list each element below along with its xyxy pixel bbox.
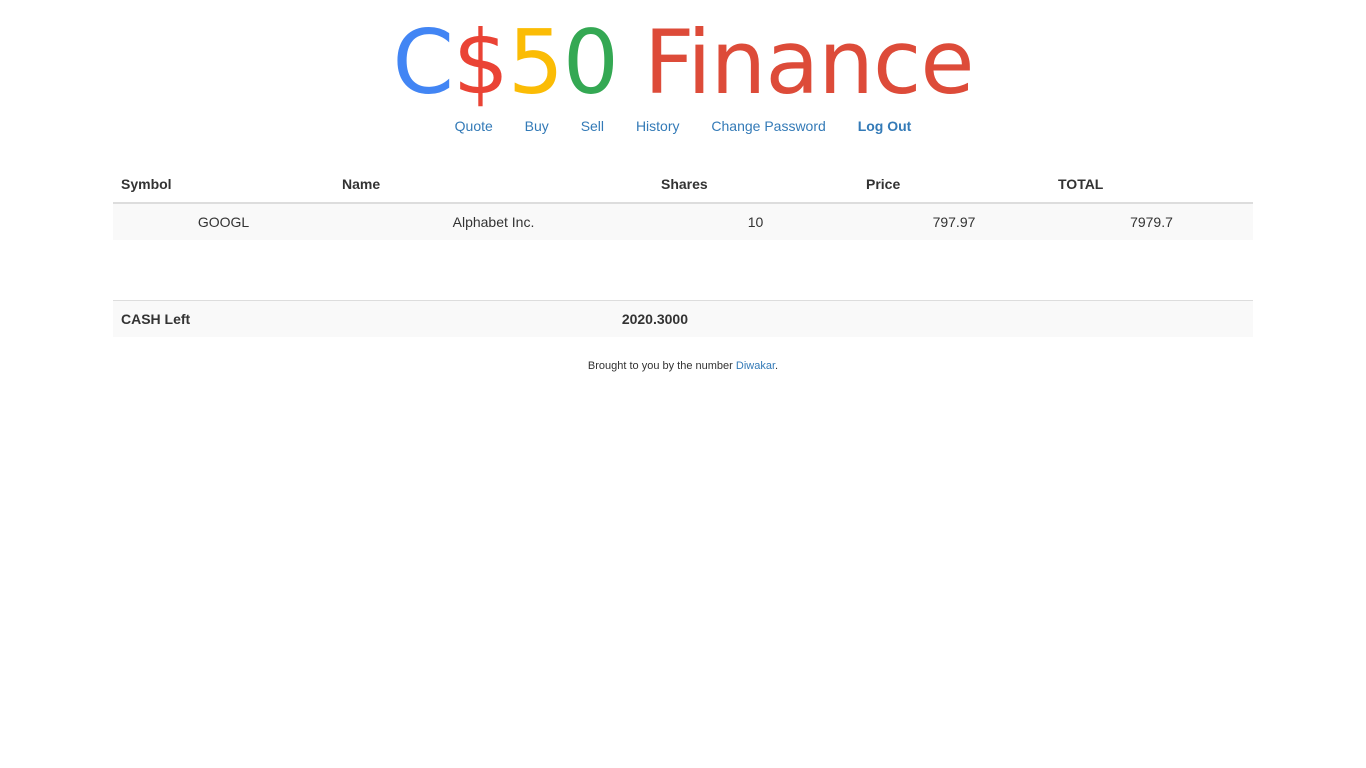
footer: Brought to you by the number Diwakar.: [0, 358, 1366, 374]
table-spacer-row: [113, 240, 1253, 301]
logo-letter-0: 0: [562, 11, 619, 114]
nav-history-link[interactable]: History: [622, 116, 694, 136]
main-nav: Quote Buy Sell History Change Password L…: [0, 116, 1366, 136]
table-row: GOOGL Alphabet Inc. 10 797.97 7979.7: [113, 203, 1253, 240]
footer-author-link[interactable]: Diwakar: [736, 360, 775, 372]
table-header-row: Symbol Name Shares Price TOTAL: [113, 166, 1253, 204]
logo-letter-5: 5: [507, 11, 564, 114]
logo-letter-dollar: $: [452, 11, 509, 114]
footer-text: Brought to you by the number: [587, 360, 736, 372]
cell-price: 797.97: [858, 203, 1050, 240]
header-symbol: Symbol: [113, 166, 334, 204]
cash-row: CASH Left 2020.3000: [113, 300, 1253, 337]
cell-symbol: GOOGL: [113, 203, 334, 240]
header-total: TOTAL: [1050, 166, 1253, 204]
header-price: Price: [858, 166, 1050, 204]
cell-shares: 10: [653, 203, 858, 240]
app-logo: C$50 Finance: [0, 8, 1366, 118]
header-name: Name: [334, 166, 653, 204]
nav-logout-link[interactable]: Log Out: [844, 116, 926, 136]
nav-quote-link[interactable]: Quote: [441, 116, 507, 136]
cash-value: 2020.3000: [334, 300, 858, 337]
nav-buy-link[interactable]: Buy: [511, 116, 563, 136]
cell-total: 7979.7: [1050, 203, 1253, 240]
cell-name: Alphabet Inc.: [334, 203, 653, 240]
header-shares: Shares: [653, 166, 858, 204]
logo-word-finance: Finance: [643, 11, 975, 114]
nav-sell-link[interactable]: Sell: [567, 116, 618, 136]
cash-label: CASH Left: [113, 300, 334, 337]
portfolio-table: Symbol Name Shares Price TOTAL GOOGL Alp…: [113, 166, 1253, 337]
page: C$50 Finance Quote Buy Sell History Chang…: [0, 0, 1366, 768]
nav-change-password-link[interactable]: Change Password: [697, 116, 839, 136]
footer-suffix: .: [775, 360, 779, 372]
logo-letter-c: C: [392, 11, 453, 114]
